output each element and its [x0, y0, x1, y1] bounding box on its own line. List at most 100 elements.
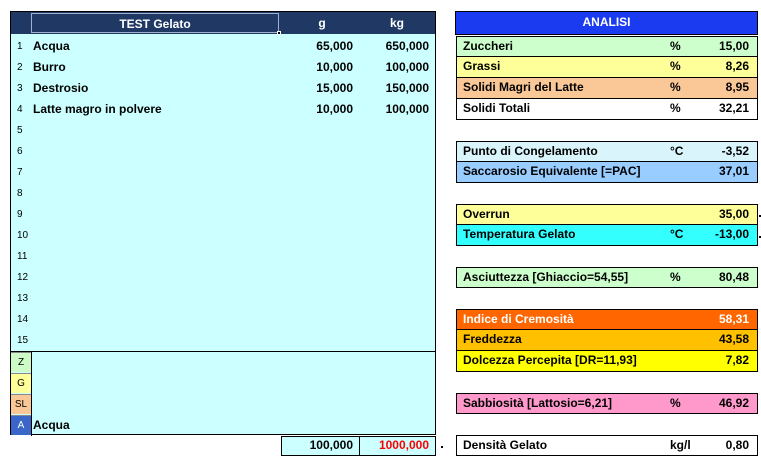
col-header-g: g	[285, 13, 359, 33]
ingredient-name[interactable]: Acqua	[28, 36, 278, 57]
analysis-label: Punto di Congelamento	[463, 144, 598, 158]
ingredient-name[interactable]	[28, 162, 278, 183]
ingredient-kg: 100,000	[385, 102, 429, 116]
ingredient-kg	[360, 141, 435, 162]
analysis-row: Solidi Magri del Latte% 8,95	[456, 78, 758, 99]
ingredient-grams[interactable]	[282, 330, 359, 351]
ingredient-name[interactable]	[28, 246, 278, 267]
analysis-label: Indice di Cremosità	[463, 312, 574, 326]
tags-separator	[11, 351, 435, 352]
ingredient-kg: 150,000	[385, 81, 429, 95]
analysis-label: Overrun	[463, 207, 510, 221]
ingredient-kg	[360, 267, 435, 288]
ingredient-grams[interactable]: 15,000	[282, 78, 359, 99]
a-ingredient-value[interactable]: Acqua	[28, 415, 278, 435]
analysis-unit: %	[670, 101, 681, 115]
ingredient-grams[interactable]: 10,000	[282, 99, 359, 120]
ingredient-name[interactable]	[28, 330, 278, 351]
analysis-value: 8,26	[725, 59, 749, 73]
analysis-row: Temperatura Gelato °C -13,00	[456, 225, 758, 246]
analysis-unit: %	[670, 270, 681, 284]
total-kg: 1000,000	[378, 438, 429, 452]
analysis-row: Overrun 35,00	[456, 204, 758, 225]
analysis-row: Indice di Cremosità 58,31	[456, 309, 758, 330]
ingredient-name[interactable]	[28, 288, 278, 309]
ingredient-kg	[360, 330, 435, 351]
analysis-unit: °C	[670, 144, 684, 158]
analysis-value: -13,00	[714, 227, 749, 241]
analysis-label: Grassi	[463, 59, 501, 73]
analysis-value: 80,48	[718, 270, 749, 284]
analysis-row: Asciuttezza [Ghiaccio=54,55]% 80,48	[456, 267, 758, 288]
ingredient-grams[interactable]	[282, 246, 359, 267]
analysis-unit: %	[670, 396, 681, 410]
ingredient-name[interactable]	[28, 225, 278, 246]
analysis-unit: %	[670, 59, 681, 73]
ingredient-kg	[360, 204, 435, 225]
analysis-label: Densità Gelato	[463, 438, 548, 452]
recipe-title[interactable]: TEST Gelato	[31, 13, 279, 33]
analysis-row: Dolcezza Percepita [DR=11,93] 7,82	[456, 351, 758, 372]
ingredient-grams[interactable]	[282, 225, 359, 246]
analysis-label: Dolcezza Percepita [DR=11,93]	[463, 353, 637, 367]
ingredient-name[interactable]: Latte magro in polvere	[28, 99, 278, 120]
tag-g: G	[11, 373, 31, 393]
ingredient-grams[interactable]	[282, 309, 359, 330]
ingredient-kg	[360, 246, 435, 267]
title-fill-handle[interactable]	[277, 31, 281, 35]
ingredient-grams[interactable]	[282, 204, 359, 225]
analysis-row: Sabbiosità [Lattosio=6,21]% 46,92	[456, 393, 758, 414]
analysis-label: Solidi Totali	[463, 101, 531, 115]
analysis-value: 0,80	[725, 438, 749, 452]
analysis-label: Solidi Magri del Latte	[463, 80, 584, 94]
ingredient-grams[interactable]: 65,000	[282, 36, 359, 57]
ingredient-kg	[360, 288, 435, 309]
analysis-title: ANALISI	[582, 15, 631, 29]
analysis-row: Densità Gelato kg/l 0,80	[456, 435, 758, 456]
ingredient-kg: 100,000	[385, 60, 429, 74]
ingredient-name[interactable]	[28, 309, 278, 330]
ingredient-kg	[360, 309, 435, 330]
analysis-label: Asciuttezza [Ghiaccio=54,55]	[463, 270, 629, 284]
analysis-value: 32,21	[718, 101, 749, 115]
ingredient-kg	[360, 162, 435, 183]
ingredient-grams[interactable]	[282, 162, 359, 183]
analysis-unit: %	[670, 80, 681, 94]
analysis-value: 35,00	[718, 207, 749, 221]
ingredient-kg: 650,000	[385, 39, 429, 53]
totals-dot	[441, 446, 443, 448]
total-g: 100,000	[309, 438, 353, 452]
analysis-label: Saccarosio Equivalente [=PAC]	[463, 164, 641, 178]
analysis-value: 43,58	[718, 332, 749, 346]
ingredient-name[interactable]: Burro	[28, 57, 278, 78]
ingredient-name[interactable]	[28, 120, 278, 141]
analysis-label: Temperatura Gelato	[463, 227, 576, 241]
analysis-unit: %	[670, 39, 681, 53]
ingredient-name[interactable]	[28, 204, 278, 225]
ingredient-grams[interactable]	[282, 267, 359, 288]
ingredient-grams[interactable]	[282, 288, 359, 309]
ingredient-grams[interactable]	[282, 120, 359, 141]
ingredient-name[interactable]	[28, 141, 278, 162]
ingredient-name[interactable]: Destrosio	[28, 78, 278, 99]
ingredient-name[interactable]	[28, 267, 278, 288]
analysis-value: 58,31	[718, 312, 749, 326]
ingredient-grams[interactable]	[282, 141, 359, 162]
analysis-row: Zuccheri% 15,00	[456, 36, 758, 57]
tag-sl: SL	[11, 394, 31, 414]
analysis-row: Punto di Congelamento °C -3,52	[456, 141, 758, 162]
analysis-value: 15,00	[718, 39, 749, 53]
ingredient-kg	[360, 183, 435, 204]
ingredient-name[interactable]	[28, 183, 278, 204]
analysis-unit: kg/l	[670, 438, 691, 452]
analysis-row: Saccarosio Equivalente [=PAC] 37,01	[456, 162, 758, 183]
analysis-value: 46,92	[718, 396, 749, 410]
analysis-value: -3,52	[721, 144, 749, 158]
ingredient-kg	[360, 120, 435, 141]
analysis-value: 37,01	[718, 164, 749, 178]
analysis-row: Solidi Totali% 32,21	[456, 99, 758, 120]
ingredient-grams[interactable]	[282, 183, 359, 204]
analysis-label: Freddezza	[463, 332, 522, 346]
ingredient-grams[interactable]: 10,000	[282, 57, 359, 78]
analysis-unit: °C	[670, 227, 684, 241]
